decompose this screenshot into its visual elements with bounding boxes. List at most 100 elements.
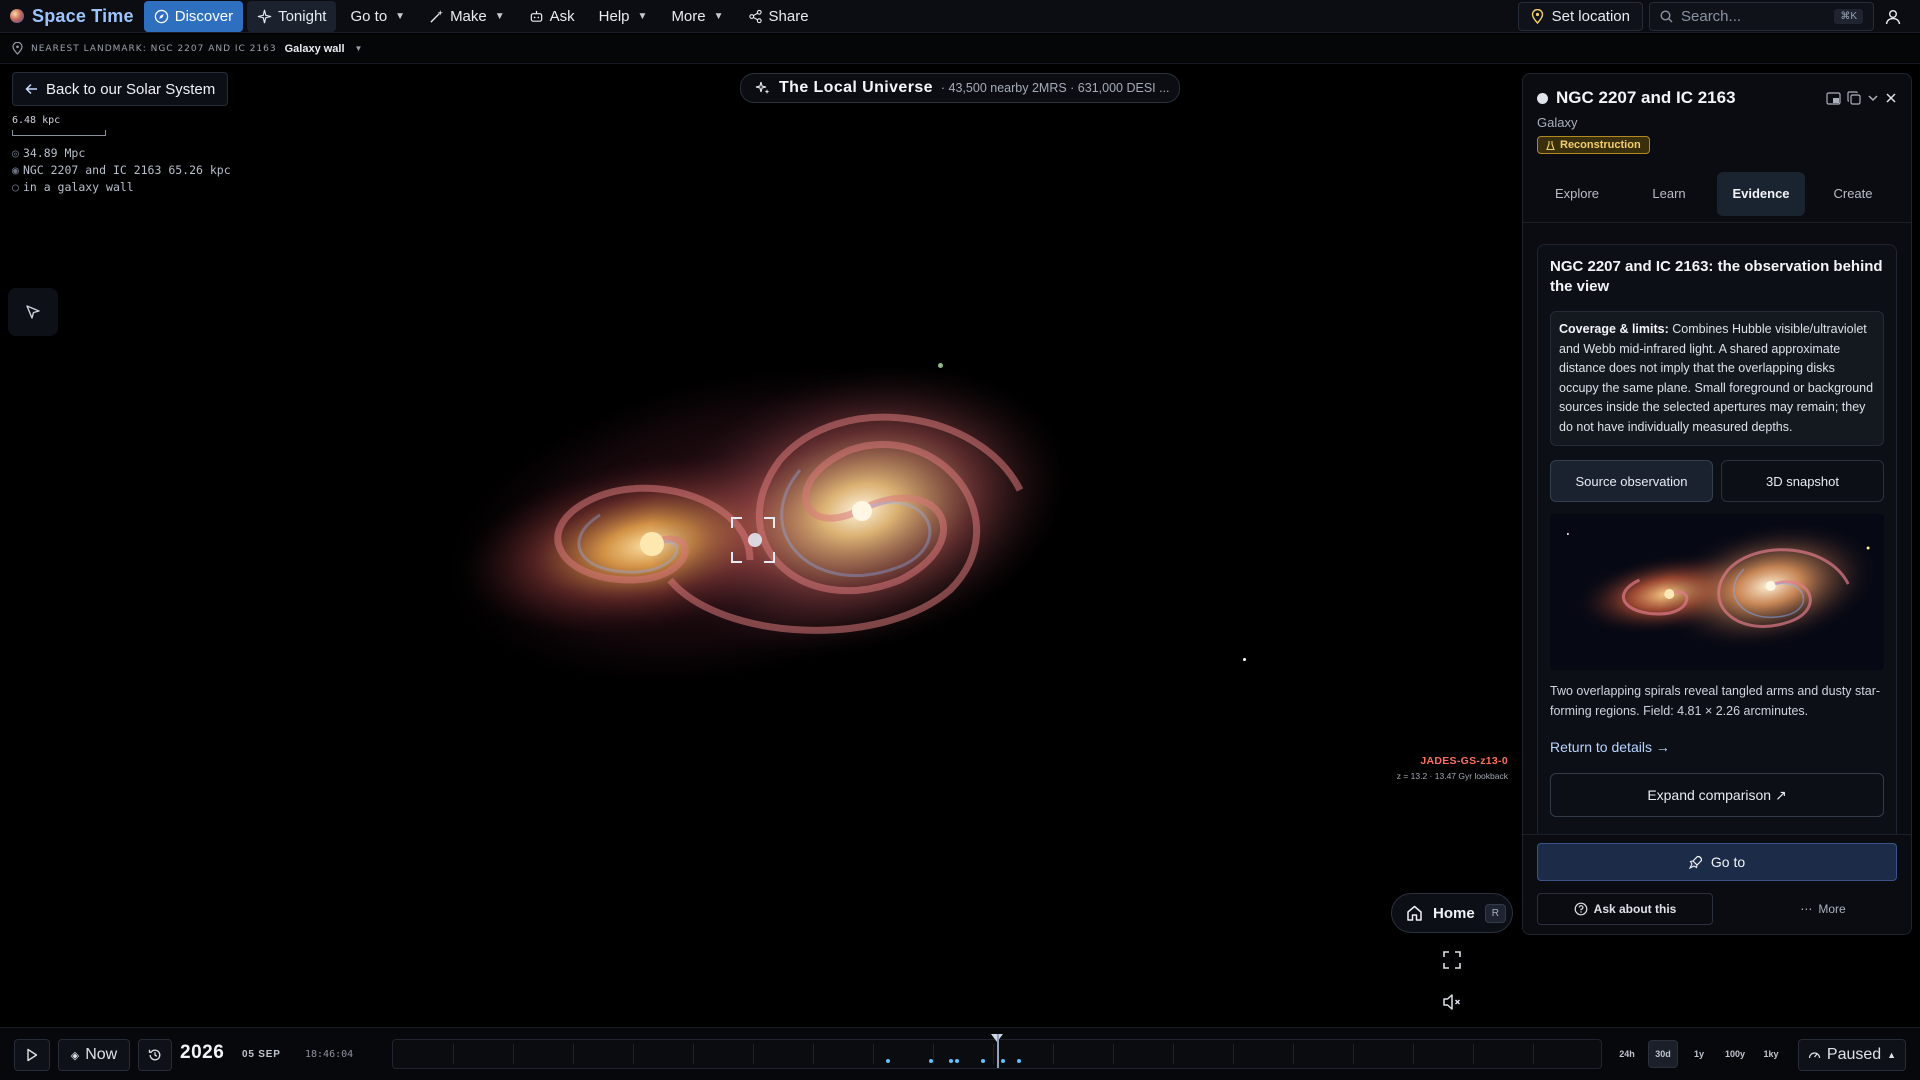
nav-more[interactable]: More ▼ bbox=[661, 1, 733, 32]
scale-label: 6.48 kpc bbox=[12, 115, 61, 126]
home-icon bbox=[1407, 905, 1422, 921]
chevron-down-icon[interactable] bbox=[1867, 93, 1879, 103]
range-30d[interactable]: 30d bbox=[1648, 1040, 1678, 1068]
sparkle-icon bbox=[257, 9, 272, 23]
timeline-tick bbox=[693, 1044, 694, 1064]
timeline-tick bbox=[933, 1044, 934, 1064]
ask-about-this-button[interactable]: Ask about this bbox=[1537, 893, 1713, 925]
location-pin-icon bbox=[12, 42, 23, 55]
nav-goto[interactable]: Go to ▼ bbox=[340, 1, 415, 32]
coverage-label: Coverage & limits: bbox=[1559, 322, 1669, 336]
chevron-down-icon[interactable]: ▼ bbox=[355, 44, 363, 53]
timeline-tick bbox=[1113, 1044, 1114, 1064]
timeline-tick bbox=[1533, 1044, 1534, 1064]
range-1y[interactable]: 1y bbox=[1684, 1040, 1714, 1068]
nav-make[interactable]: Make ▼ bbox=[419, 1, 515, 32]
current-year: 2026 bbox=[180, 1042, 225, 1063]
go-to-label: Go to bbox=[1710, 854, 1746, 870]
pointer-tool-button[interactable] bbox=[8, 288, 58, 336]
view-title-pill[interactable]: The Local Universe · 43,500 nearby 2MRS … bbox=[740, 73, 1180, 103]
timeline-event-dot[interactable] bbox=[1017, 1059, 1021, 1063]
range-24h[interactable]: 24h bbox=[1612, 1040, 1642, 1068]
app-logo[interactable]: Space Time bbox=[0, 0, 144, 32]
landmark-label: NEAREST LANDMARK: NGC 2207 AND IC 2163 bbox=[31, 43, 277, 54]
tab-learn[interactable]: Learn bbox=[1625, 172, 1713, 216]
search-icon bbox=[1660, 10, 1673, 23]
nav-more-label: More bbox=[671, 7, 706, 25]
nav-share[interactable]: Share bbox=[738, 1, 819, 32]
return-to-details-link[interactable]: Return to details → bbox=[1550, 739, 1884, 755]
copy-icon[interactable] bbox=[1847, 91, 1861, 105]
nav-help[interactable]: Help ▼ bbox=[589, 1, 658, 32]
timeline-tick bbox=[573, 1044, 574, 1064]
timeline-event-dot[interactable] bbox=[955, 1059, 959, 1063]
marker-name: JADES-GS-z13-0 bbox=[1420, 755, 1508, 767]
more-label: More bbox=[1818, 902, 1846, 916]
landmark-value[interactable]: Galaxy wall bbox=[285, 43, 345, 55]
more-options-button[interactable]: ⋯ More bbox=[1773, 893, 1873, 925]
play-button[interactable] bbox=[14, 1039, 50, 1071]
timeline-tick bbox=[453, 1044, 454, 1064]
expand-comparison-button[interactable]: Expand comparison ↗ bbox=[1550, 773, 1884, 817]
view-title: The Local Universe bbox=[779, 79, 933, 96]
set-location-button[interactable]: Set location bbox=[1517, 2, 1643, 31]
timeline-event-dot[interactable] bbox=[981, 1059, 985, 1063]
panel-title-row: NGC 2207 and IC 2163 bbox=[1537, 88, 1897, 108]
top-bar: Space Time Discover Tonight Go to ▼ Make… bbox=[0, 0, 1920, 33]
evidence-card: NGC 2207 and IC 2163: the observation be… bbox=[1537, 244, 1897, 840]
timeline-event-dot[interactable] bbox=[949, 1059, 953, 1063]
tab-explore[interactable]: Explore bbox=[1533, 172, 1621, 216]
source-observation-button[interactable]: Source observation bbox=[1550, 460, 1713, 502]
chevron-up-icon: ▲ bbox=[1887, 1050, 1897, 1060]
location-info: ◎ 34.89 Mpc ◉ NGC 2207 and IC 2163 65.26 k… bbox=[12, 145, 231, 196]
history-button[interactable] bbox=[138, 1039, 172, 1071]
go-to-button[interactable]: Go to bbox=[1537, 843, 1897, 881]
back-button-label: Back to our Solar System bbox=[46, 80, 216, 98]
timeline-playhead[interactable] bbox=[997, 1034, 999, 1068]
timeline-tick bbox=[1473, 1044, 1474, 1064]
home-button[interactable]: Home R bbox=[1391, 893, 1513, 933]
playback-status-button[interactable]: Paused ▲ bbox=[1798, 1039, 1906, 1071]
circle-icon: ○ bbox=[12, 180, 19, 194]
tab-evidence[interactable]: Evidence bbox=[1717, 171, 1805, 216]
close-icon[interactable] bbox=[1885, 92, 1897, 104]
timeline-event-dot[interactable] bbox=[886, 1059, 890, 1063]
3d-snapshot-button[interactable]: 3D snapshot bbox=[1721, 460, 1884, 502]
fullscreen-icon[interactable] bbox=[1440, 948, 1464, 972]
nav-ask[interactable]: Ask bbox=[519, 1, 585, 32]
main-nav: Discover Tonight Go to ▼ Make ▼ Ask Help… bbox=[143, 0, 819, 32]
cursor-icon bbox=[26, 305, 40, 319]
now-button[interactable]: ◈ Now bbox=[58, 1039, 130, 1071]
home-shortcut: R bbox=[1484, 903, 1506, 923]
range-1ky[interactable]: 1ky bbox=[1756, 1040, 1786, 1068]
timeline-event-dot[interactable] bbox=[1001, 1059, 1005, 1063]
tab-create[interactable]: Create bbox=[1809, 172, 1897, 216]
time-bar: ◈ Now 2026 05 SEP 18:46:04 24h 30d 1y 10… bbox=[0, 1027, 1920, 1080]
object-marker[interactable]: JADES-GS-z13-0 z = 13.2 · 13.47 Gyr look… bbox=[1397, 755, 1508, 781]
view-subtitle: · 43,500 nearby 2MRS · 631,000 DESI ... bbox=[940, 81, 1170, 95]
nav-tonight[interactable]: Tonight bbox=[247, 0, 337, 32]
user-button[interactable] bbox=[1880, 4, 1906, 30]
arrow-left-icon bbox=[25, 83, 37, 95]
picture-in-picture-icon[interactable] bbox=[1826, 91, 1841, 105]
panel-header: NGC 2207 and IC 2163 Galaxy Reconstructi… bbox=[1523, 74, 1911, 156]
timeline-scrubber[interactable] bbox=[392, 1034, 1602, 1069]
rocket-icon bbox=[1688, 855, 1702, 869]
timeline-tick bbox=[1233, 1044, 1234, 1064]
panel-subtitle: Galaxy bbox=[1537, 115, 1578, 130]
nav-discover[interactable]: Discover bbox=[143, 0, 244, 32]
mute-icon[interactable] bbox=[1440, 990, 1464, 1014]
back-to-solar-system-button[interactable]: Back to our Solar System bbox=[12, 72, 229, 106]
search-placeholder: Search... bbox=[1681, 8, 1742, 25]
observation-thumbnail[interactable] bbox=[1550, 514, 1884, 670]
circle-icon: ◉ bbox=[12, 163, 19, 177]
search-input[interactable]: Search... ⌘K bbox=[1649, 2, 1874, 31]
range-100y[interactable]: 100y bbox=[1720, 1040, 1750, 1068]
current-date: 05 SEP bbox=[242, 1049, 281, 1060]
now-label: Now bbox=[85, 1046, 118, 1063]
compass-icon bbox=[154, 9, 168, 23]
timeline-event-dot[interactable] bbox=[929, 1059, 933, 1063]
circle-icon: ◎ bbox=[12, 146, 19, 160]
search-shortcut: ⌘K bbox=[1834, 9, 1863, 24]
play-icon bbox=[27, 1048, 38, 1062]
